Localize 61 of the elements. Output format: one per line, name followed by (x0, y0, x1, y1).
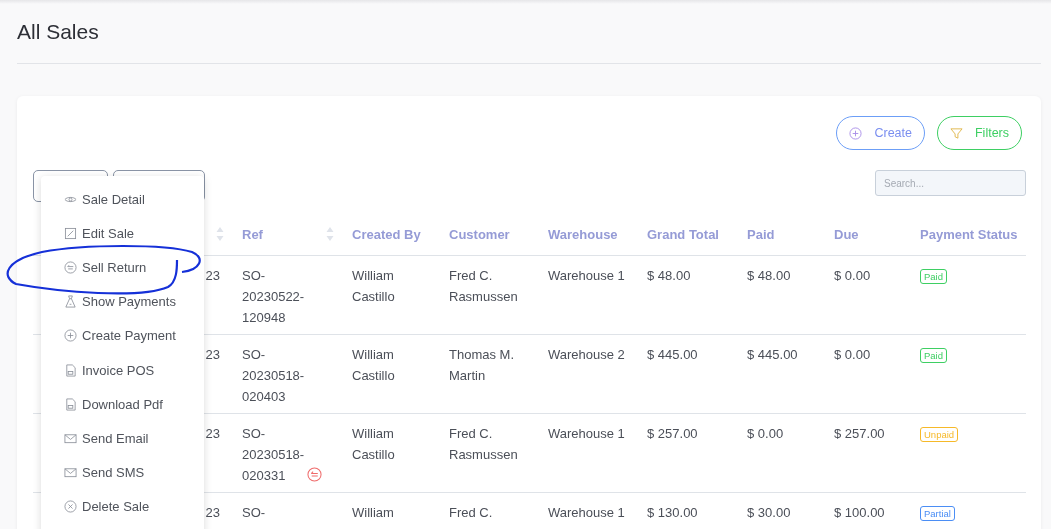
menu-item[interactable]: Send Email (41, 421, 204, 456)
table-cell: $ 445.00 (747, 347, 798, 362)
table-cell: $ 48.00 (747, 268, 791, 283)
table-cell-text: William Castillo (352, 267, 396, 306)
status-badge: Partial (920, 506, 955, 521)
table-cell: Warehouse 1 (548, 505, 625, 520)
menu-item[interactable]: Sell Return (41, 250, 204, 285)
return-icon (307, 467, 322, 482)
sort-icon[interactable] (216, 226, 224, 242)
page-title: All Sales (17, 19, 100, 45)
table-cell-text: SO- (242, 504, 267, 522)
table-cell: $ 0.00 (834, 347, 871, 362)
search-field[interactable]: Search... (875, 170, 1026, 196)
table-cell-text: William (352, 504, 394, 522)
table-cell: $ 130.00 (647, 505, 698, 520)
table-cell: $ 257.00 (647, 426, 698, 441)
table-cell: 23 (205, 505, 220, 520)
table-cell-text: William Castillo (352, 346, 396, 385)
status-badge: Paid (920, 269, 947, 284)
table-cell: Warehouse 1 (548, 426, 625, 441)
status-badge: Unpaid (920, 427, 959, 442)
table-cell: 23 (205, 268, 220, 283)
mail-icon (64, 466, 77, 480)
filter-icon (949, 126, 963, 140)
menu-item[interactable]: Download Pdf (41, 387, 204, 422)
menu-item[interactable]: Create Payment (41, 318, 204, 353)
menu-item[interactable]: Show Payments (41, 284, 204, 319)
menu-item[interactable]: Edit Sale (41, 216, 204, 251)
table-cell-text: Thomas M. Martin (449, 346, 515, 385)
table-cell: $ 0.00 (834, 268, 871, 283)
edit-icon (64, 226, 77, 240)
menu-item[interactable]: Send SMS (41, 455, 204, 490)
menu-item[interactable]: Invoice POS (41, 352, 204, 388)
table-cell-text: SO-20230518-020403 (242, 346, 305, 406)
doc-icon (64, 363, 77, 377)
bag-icon (64, 295, 77, 309)
table-cell: Warehouse 2 (548, 347, 625, 362)
mail-icon (64, 431, 77, 445)
plus-icon (64, 329, 77, 343)
table-cell: 23 (205, 426, 220, 441)
table-cell-text: Fred C. Rasmussen (449, 425, 519, 464)
plus-circle-icon (849, 126, 863, 140)
table-cell-text: William Castillo (352, 425, 396, 464)
table-cell: Warehouse 1 (548, 268, 625, 283)
status-badge: Paid (920, 348, 947, 363)
table-cell: $ 445.00 (647, 347, 698, 362)
sort-icon[interactable] (326, 226, 334, 242)
menu-item[interactable]: Sale Detail (41, 182, 204, 217)
table-cell-text: Fred C. Rasmussen (449, 267, 519, 306)
table-cell: 23 (205, 347, 220, 362)
table-cell: $ 100.00 (834, 505, 885, 520)
table-cell-text: SO-20230522-120948 (242, 267, 305, 327)
doc-icon (64, 397, 77, 411)
table-cell: $ 257.00 (834, 426, 885, 441)
table-cell-text: Fred C. (449, 504, 493, 522)
table-cell-text: SO-20230518-020331 (242, 425, 305, 485)
table-cell: $ 48.00 (647, 268, 691, 283)
menu-item[interactable]: Delete Sale (41, 489, 204, 524)
table-cell: $ 0.00 (747, 426, 784, 441)
table-cell: $ 30.00 (747, 505, 791, 520)
x-icon (64, 500, 77, 514)
